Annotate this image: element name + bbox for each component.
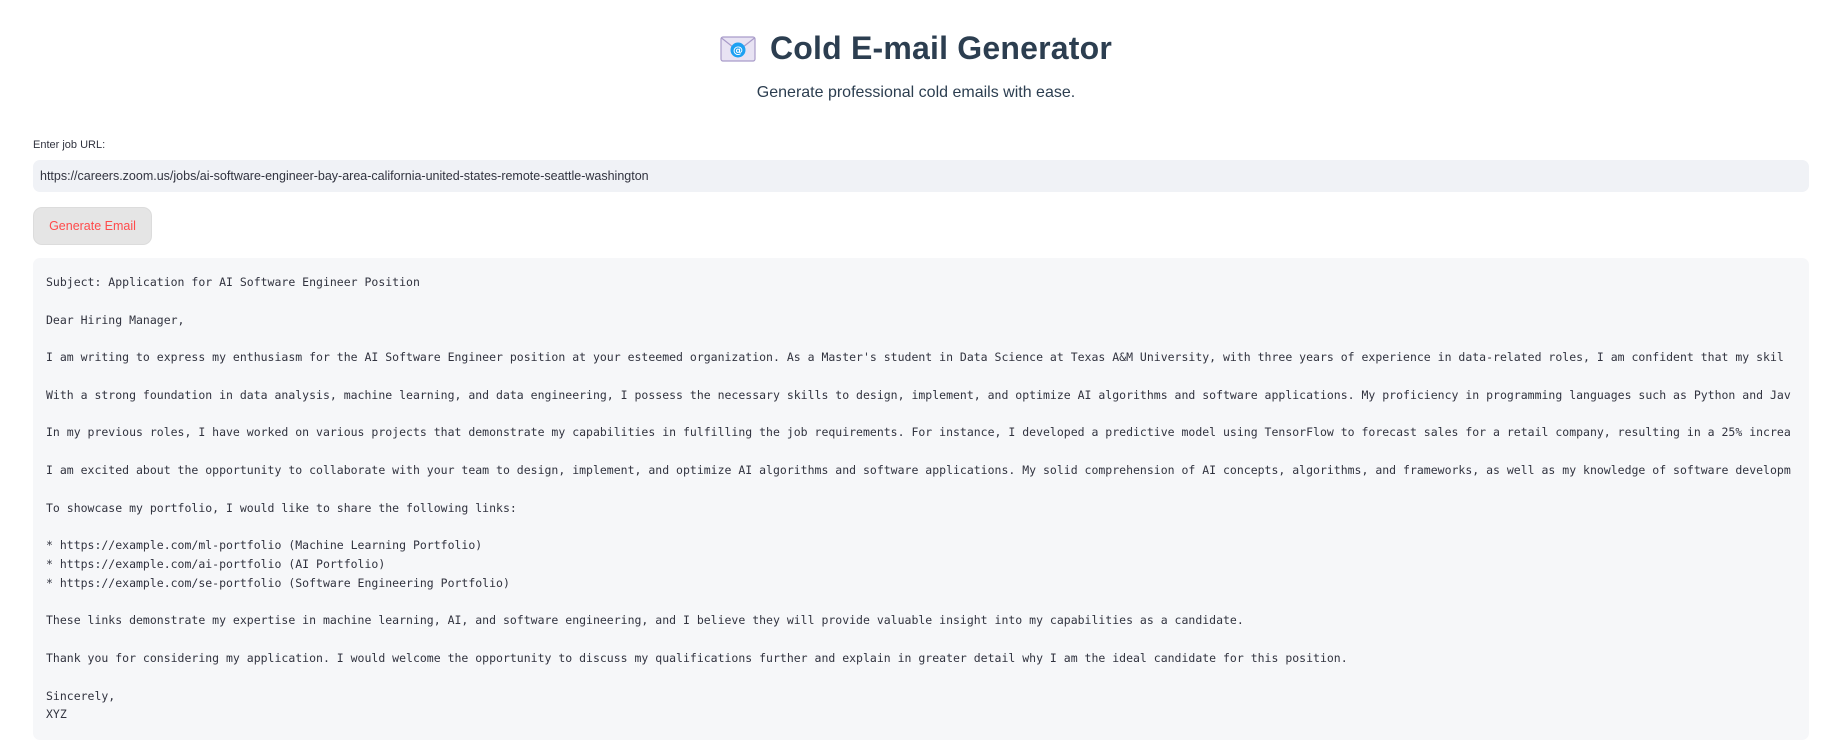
email-line: XYZ bbox=[46, 707, 67, 722]
page-title: Cold E-mail Generator bbox=[769, 30, 1113, 66]
email-line: With a strong foundation in data analysi… bbox=[46, 387, 1791, 402]
email-text: Subject: Application for AI Software Eng… bbox=[46, 273, 1809, 724]
generate-email-button[interactable]: Generate Email bbox=[33, 207, 152, 245]
email-line: * https://example.com/ai-portfolio (AI P… bbox=[46, 556, 386, 571]
job-url-input[interactable] bbox=[33, 160, 1809, 192]
email-line: Sincerely, bbox=[46, 688, 116, 703]
email-line: * https://example.com/se-portfolio (Soft… bbox=[46, 575, 510, 590]
job-url-label: Enter job URL: bbox=[33, 139, 106, 151]
email-line: I am writing to express my enthusiasm fo… bbox=[46, 350, 1784, 365]
envelope-icon: @ bbox=[720, 35, 756, 63]
email-line: To showcase my portfolio, I would like t… bbox=[46, 500, 517, 515]
svg-text:@: @ bbox=[733, 45, 743, 56]
email-line: These links demonstrate my expertise in … bbox=[46, 613, 1244, 628]
page-header: @ Cold E-mail Generator Generate profess… bbox=[0, 30, 1832, 102]
email-line: Dear Hiring Manager, bbox=[46, 312, 185, 327]
title-row: @ Cold E-mail Generator bbox=[720, 30, 1112, 67]
email-line: In my previous roles, I have worked on v… bbox=[46, 425, 1791, 440]
email-line: Thank you for considering my application… bbox=[46, 650, 1348, 665]
email-line: I am excited about the opportunity to co… bbox=[46, 462, 1791, 477]
generated-email-output: Subject: Application for AI Software Eng… bbox=[33, 258, 1809, 740]
email-line: Subject: Application for AI Software Eng… bbox=[46, 275, 420, 289]
email-line: * https://example.com/ml-portfolio (Mach… bbox=[46, 538, 483, 553]
page-subtitle: Generate professional cold emails with e… bbox=[756, 83, 1076, 101]
